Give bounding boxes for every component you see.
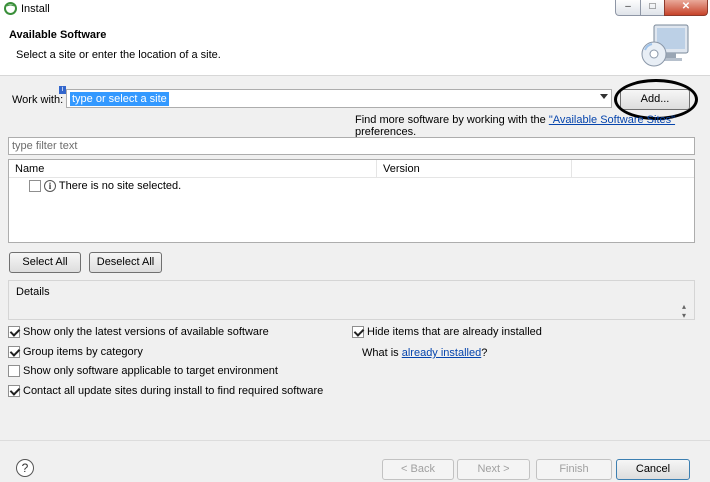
option-latest-versions[interactable]: Show only the latest versions of availab…: [8, 326, 269, 340]
deselect-all-button[interactable]: Deselect All: [89, 252, 162, 273]
empty-message: There is no site selected.: [58, 180, 182, 192]
contact-all-sites-checkbox[interactable]: [8, 385, 20, 398]
select-all-button[interactable]: Select All: [9, 252, 81, 273]
install-banner-icon: [641, 24, 689, 67]
finish-button[interactable]: Finish: [536, 459, 612, 480]
work-with-combo[interactable]: type or select a site: [66, 89, 612, 108]
find-more-prefix: Find more software by working with the: [355, 114, 549, 126]
available-software-sites-link[interactable]: "Available Software Sites": [549, 114, 675, 126]
software-table[interactable]: Name Version i There is no site selected…: [8, 159, 695, 243]
what-is-prefix: What is: [362, 347, 402, 359]
contact-all-sites-label[interactable]: Contact all update sites during install …: [23, 385, 323, 397]
what-is-suffix: ?: [481, 347, 488, 359]
latest-versions-checkbox[interactable]: [8, 326, 20, 339]
find-more-text: Find more software by working with the "…: [355, 114, 710, 138]
what-is-installed-text: What is already installed?: [362, 347, 487, 359]
group-by-category-label[interactable]: Group items by category: [23, 346, 143, 358]
details-scrollbar[interactable]: ▴ ▾: [682, 302, 686, 320]
option-applicable-only[interactable]: Show only software applicable to target …: [8, 365, 278, 379]
page-description: Select a site or enter the location of a…: [16, 49, 221, 61]
applicable-only-checkbox[interactable]: [8, 365, 20, 378]
column-header-empty: [572, 160, 694, 178]
applicable-only-label[interactable]: Show only software applicable to target …: [23, 365, 278, 377]
info-decorator-icon: i: [59, 86, 66, 94]
help-icon[interactable]: ?: [16, 459, 34, 477]
option-contact-all-sites[interactable]: Contact all update sites during install …: [8, 385, 323, 399]
info-icon: i: [44, 180, 57, 193]
hide-installed-label[interactable]: Hide items that are already installed: [367, 326, 542, 338]
close-button[interactable]: ✕: [664, 0, 708, 16]
eclipse-icon: [4, 2, 17, 15]
work-with-selected-text[interactable]: type or select a site: [70, 92, 169, 106]
option-group-by-category[interactable]: Group items by category: [8, 346, 143, 360]
group-by-category-checkbox[interactable]: [8, 346, 20, 359]
latest-versions-label[interactable]: Show only the latest versions of availab…: [23, 326, 269, 338]
back-button[interactable]: < Back: [382, 459, 454, 480]
table-row[interactable]: i There is no site selected.: [29, 180, 181, 194]
wizard-header: Available Software Select a site or ente…: [0, 18, 710, 76]
footer-divider: [0, 440, 710, 441]
option-hide-installed[interactable]: Hide items that are already installed: [352, 326, 542, 340]
page-title: Available Software: [9, 29, 107, 41]
maximize-button[interactable]: □: [640, 0, 665, 16]
next-button[interactable]: Next >: [457, 459, 530, 480]
row-checkbox[interactable]: [29, 180, 41, 193]
window-title: Install: [21, 3, 50, 15]
details-label: Details: [16, 286, 50, 298]
title-bar: Install – □ ✕: [0, 0, 710, 18]
column-header-version[interactable]: Version: [377, 160, 572, 178]
column-header-name[interactable]: Name: [9, 160, 377, 178]
work-with-label: Work with:: [12, 94, 64, 106]
details-panel: [8, 280, 695, 320]
minimize-button[interactable]: –: [615, 0, 641, 16]
chevron-down-icon[interactable]: [600, 94, 608, 99]
cancel-button[interactable]: Cancel: [616, 459, 690, 480]
hide-installed-checkbox[interactable]: [352, 326, 364, 339]
filter-input[interactable]: type filter text: [8, 137, 695, 155]
already-installed-link[interactable]: already installed: [402, 347, 482, 359]
